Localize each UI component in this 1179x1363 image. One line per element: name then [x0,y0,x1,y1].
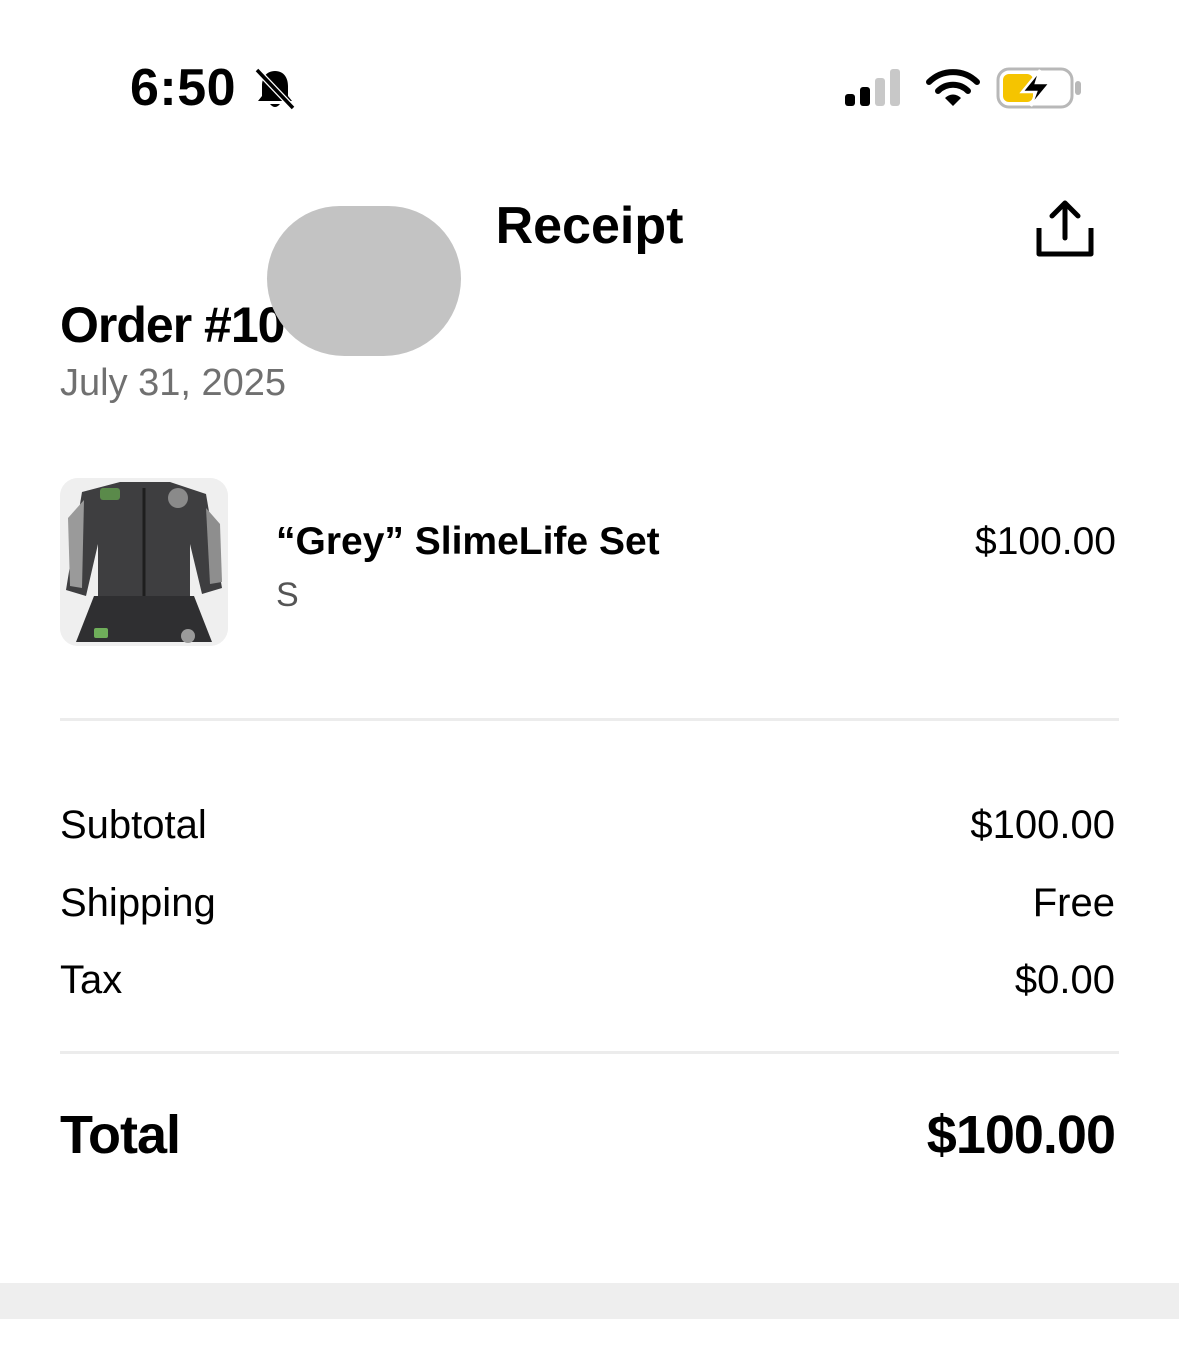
order-date: July 31, 2025 [60,362,287,404]
product-image [60,478,228,646]
bell-slash-icon [254,67,296,111]
shipping-label: Shipping [60,881,216,925]
order-number: Order #10 [60,297,285,353]
total-label: Total [60,1105,181,1165]
divider [60,718,1119,721]
receipt-screen: 6:50 Receipt Order #10 July 31, 2025 “Gr… [0,0,1179,1363]
battery-charging-icon [996,67,1081,109]
shipping-value: Free [1032,881,1115,925]
status-bar: 6:50 [0,0,1179,150]
tax-label: Tax [60,958,123,1002]
status-time: 6:50 [130,59,237,117]
product-price: $100.00 [975,520,1116,563]
redaction-blob [267,206,461,356]
page-title: Receipt [495,197,684,255]
tax-value: $0.00 [1014,958,1115,1002]
total-value: $100.00 [926,1105,1116,1165]
wifi-icon [926,69,980,106]
bottom-section-divider [0,1283,1179,1319]
subtotal-label: Subtotal [60,803,207,847]
product-thumbnail[interactable] [60,478,228,646]
product-name: “Grey” SlimeLife Set [276,520,660,563]
cellular-signal-icon [845,69,900,106]
subtotal-value: $100.00 [970,803,1115,847]
divider [60,1051,1119,1054]
product-variant: S [276,576,299,614]
share-icon[interactable] [1033,198,1097,260]
